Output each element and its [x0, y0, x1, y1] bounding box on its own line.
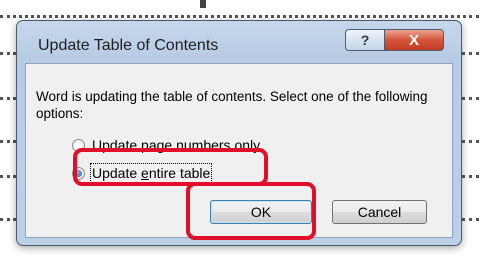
toc-leader-line [0, 218, 16, 221]
highlight-entire-table-option [73, 148, 268, 186]
toc-leader-line [462, 140, 479, 143]
toc-leader-line [462, 218, 479, 221]
toc-leader-line [462, 52, 479, 55]
toc-leader-line [0, 97, 16, 100]
close-button[interactable]: X [384, 29, 444, 51]
dialog-title: Update Table of Contents [38, 37, 219, 54]
help-icon: ? [360, 32, 370, 48]
document-text-fragment [200, 0, 206, 8]
close-icon: X [408, 31, 419, 49]
toc-leader-line [462, 175, 479, 178]
dialog-titlebar[interactable]: Update Table of Contents ? X [17, 21, 461, 63]
toc-leader-line [0, 52, 16, 55]
toc-leader-line [0, 140, 16, 143]
dialog-message: Word is updating the table of contents. … [36, 89, 428, 121]
help-button[interactable]: ? [345, 29, 385, 51]
cancel-button[interactable]: Cancel [332, 200, 427, 224]
toc-leader-line [462, 97, 479, 100]
toc-leader-line [0, 15, 479, 18]
highlight-ok-button [186, 182, 316, 240]
toc-leader-line [0, 175, 16, 178]
